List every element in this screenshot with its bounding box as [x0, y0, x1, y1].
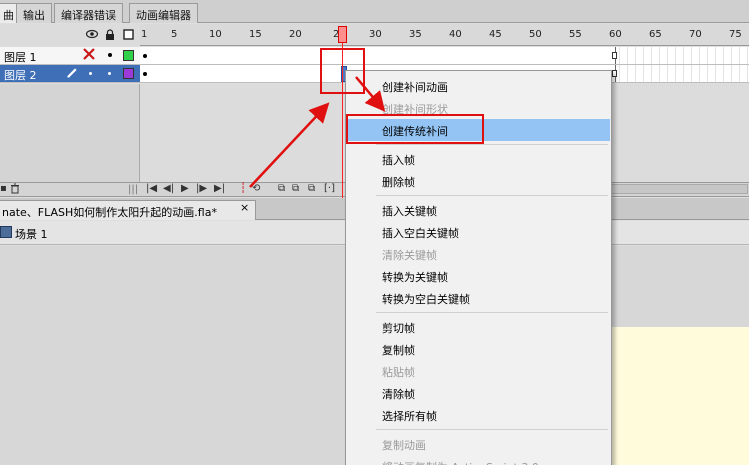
arrow-to-frame — [249, 102, 330, 188]
annotation-arrows — [249, 76, 386, 188]
flash-app-window: 曲 输出 编译器错误 动画编辑器 1 5 10 15 20 25 30 35 4… — [0, 0, 749, 465]
arrow-to-menu-item — [355, 76, 386, 112]
